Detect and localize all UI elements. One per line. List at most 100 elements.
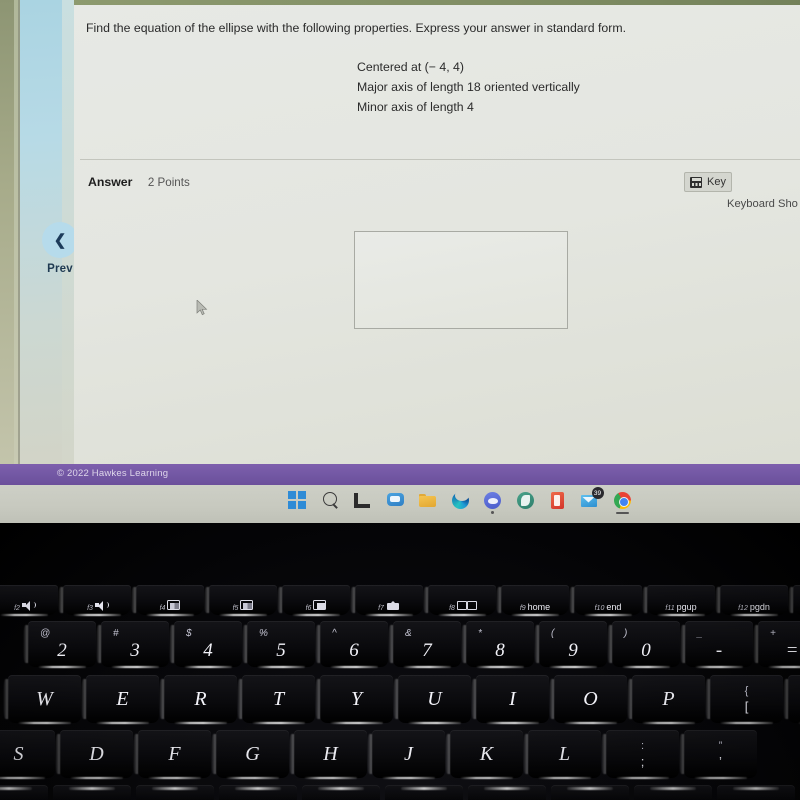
brightness-icon (240, 600, 254, 610)
key-f12[interactable]: f12 pgdn (720, 585, 788, 615)
key-W[interactable]: W (8, 675, 81, 723)
key-f4[interactable]: f4 (136, 585, 204, 615)
question-prompt: Find the equation of the ellipse with th… (86, 21, 626, 35)
key-partial[interactable] (302, 785, 380, 800)
edge-browser-icon[interactable] (451, 490, 470, 510)
key-5[interactable]: % 5 (247, 621, 315, 667)
chat-icon[interactable] (386, 491, 405, 510)
key-backlight (234, 787, 282, 790)
key-partial[interactable] (219, 785, 297, 800)
key-H[interactable]: H (294, 730, 367, 778)
key-partial[interactable] (634, 785, 712, 800)
key-fn-label: end (606, 602, 622, 612)
key-8[interactable]: * 8 (466, 621, 534, 667)
discord-icon[interactable] (483, 491, 502, 514)
key-primary-label: I (509, 687, 516, 710)
key-P[interactable]: P (632, 675, 705, 723)
key-backlight (68, 787, 116, 790)
key-6[interactable]: ^ 6 (320, 621, 388, 667)
key-shift-symbol: @ (40, 627, 51, 639)
teal-app-icon[interactable] (516, 491, 535, 510)
key-0[interactable]: ) 0 (612, 621, 680, 667)
key-;[interactable]: :; (606, 730, 679, 778)
key-primary-label: E (116, 687, 129, 710)
key-S[interactable]: S (0, 730, 55, 778)
panel-top-edge (74, 0, 800, 5)
key-primary-label: H (323, 742, 338, 765)
key-primary-label: 7 (422, 639, 432, 661)
key-primary-label: 6 (349, 639, 359, 661)
key-primary-label: ; (640, 753, 645, 769)
key-primary-label: J (404, 742, 413, 765)
key-7[interactable]: & 7 (393, 621, 461, 667)
key-partial[interactable] (717, 785, 795, 800)
key-9[interactable]: (9 (539, 621, 607, 667)
key-f2[interactable]: f2 (0, 585, 58, 615)
key-f8[interactable]: f8 (428, 585, 496, 615)
key-partial[interactable] (53, 785, 131, 800)
key-backlight (0, 787, 33, 790)
key-primary-label: W (36, 687, 53, 710)
key-f7[interactable]: f7 (355, 585, 423, 615)
section-divider (80, 159, 800, 160)
key-E[interactable]: E (86, 675, 159, 723)
key-L[interactable]: L (528, 730, 601, 778)
key-4[interactable]: $4 (174, 621, 242, 667)
mail-icon[interactable]: 39 (580, 487, 604, 510)
key-prt-sc[interactable]: prt sc (793, 585, 800, 615)
key-T[interactable]: T (242, 675, 315, 723)
keyboard-button[interactable]: Key (684, 172, 732, 192)
answer-input[interactable] (354, 231, 568, 329)
key-f3[interactable]: f3 (63, 585, 131, 615)
key-’[interactable]: ”’ (684, 730, 757, 778)
task-view-icon[interactable] (353, 491, 372, 510)
key-=[interactable]: + = (758, 621, 800, 667)
key-f6[interactable]: f6 (282, 585, 350, 615)
key-[[interactable]: {[ (710, 675, 783, 723)
key-F[interactable]: F (138, 730, 211, 778)
key-U[interactable]: U (398, 675, 471, 723)
key-fn-number: f12 (738, 605, 748, 612)
key-shift-symbol: * (478, 627, 482, 639)
key-backlight (649, 787, 697, 790)
key-][interactable]: }] (788, 675, 800, 723)
key-shift-symbol: { (744, 684, 749, 697)
key-D[interactable]: D (60, 730, 133, 778)
laptop-screen: ❮ Prev Find the equation of the ellipse … (0, 0, 800, 523)
key-Y[interactable]: Y (320, 675, 393, 723)
key-3[interactable]: #3 (101, 621, 169, 667)
key-J[interactable]: J (372, 730, 445, 778)
keyboard-qwerty-row: W E R T Y U I O P {[}] (8, 675, 800, 723)
key-primary-label: S (13, 742, 24, 765)
key-partial[interactable] (551, 785, 629, 800)
key-2[interactable]: @2 (28, 621, 96, 667)
key-f5[interactable]: f5 (209, 585, 277, 615)
key-R[interactable]: R (164, 675, 237, 723)
key-primary-label: Y (350, 687, 363, 710)
key-f10[interactable]: f10 end (574, 585, 642, 615)
key-partial[interactable] (136, 785, 214, 800)
key-f11[interactable]: f11 pgup (647, 585, 715, 615)
start-icon[interactable] (288, 491, 307, 510)
keyboard-shortcuts-link[interactable]: Keyboard Sho (727, 198, 798, 210)
key-f9[interactable]: f9 home (501, 585, 569, 615)
key--[interactable]: _ - (685, 621, 753, 667)
key-shift-symbol: ” (718, 739, 723, 752)
chrome-icon[interactable] (613, 491, 632, 514)
key-backlight (400, 787, 448, 790)
key-partial[interactable] (0, 785, 48, 800)
key-fn-number: f2 (14, 605, 20, 612)
office-icon[interactable] (548, 491, 567, 510)
search-icon[interactable] (321, 491, 340, 510)
chevron-left-icon: ❮ (42, 222, 78, 258)
file-explorer-icon[interactable] (418, 491, 437, 510)
key-G[interactable]: G (216, 730, 289, 778)
key-I[interactable]: I (476, 675, 549, 723)
key-partial[interactable] (468, 785, 546, 800)
key-partial[interactable] (385, 785, 463, 800)
key-fn-number: f11 (665, 605, 675, 612)
key-K[interactable]: K (450, 730, 523, 778)
key-O[interactable]: O (554, 675, 627, 723)
keyboard-number-row: @2 #3 $4% 5 ^ 6 & 7 * 8(9) 0 _ - + = (28, 621, 800, 667)
key-shift-symbol: ) (624, 627, 628, 639)
